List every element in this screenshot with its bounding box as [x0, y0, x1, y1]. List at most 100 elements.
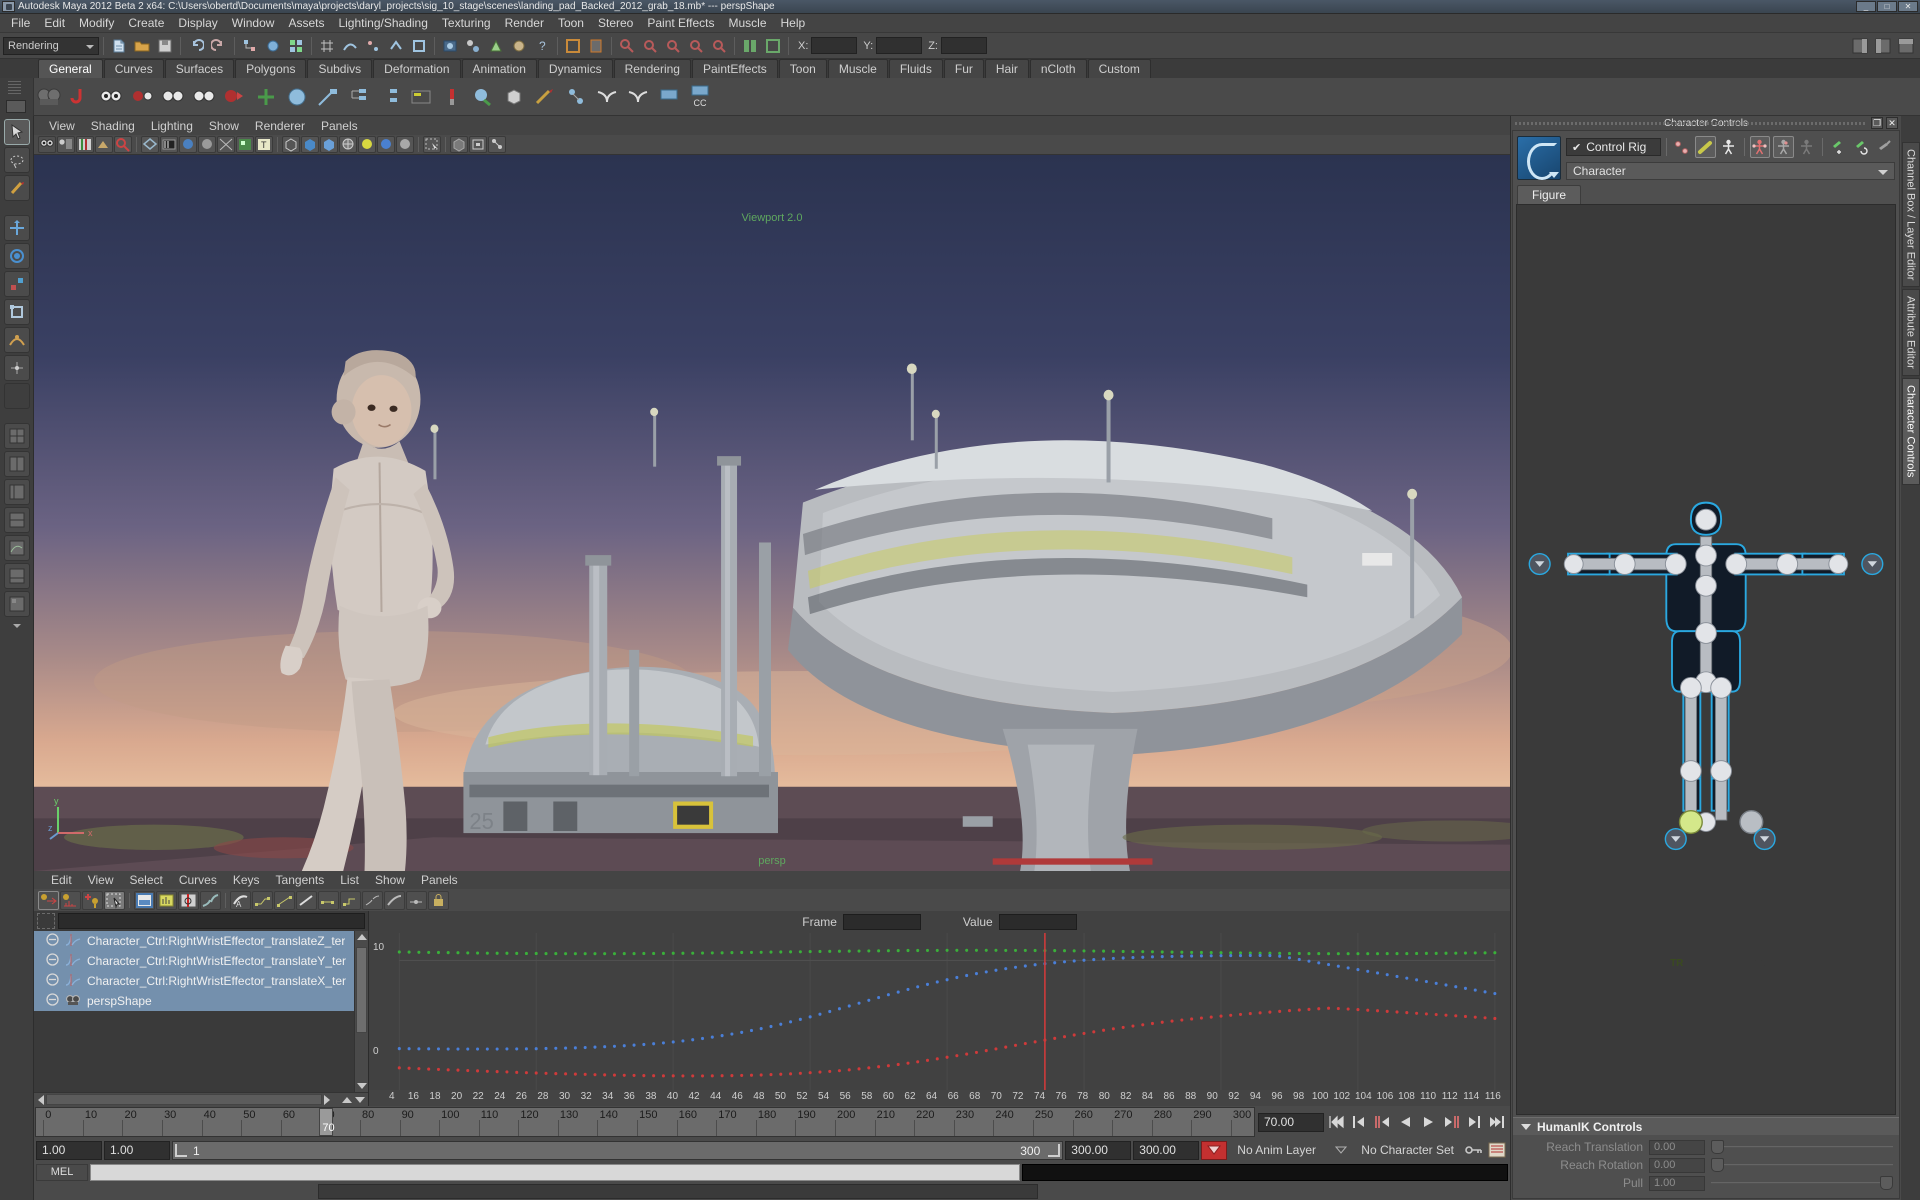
- undo-icon[interactable]: [185, 35, 207, 57]
- graph-menu-edit[interactable]: Edit: [44, 873, 79, 887]
- show-sidebar-channelbox-icon[interactable]: [1849, 35, 1871, 57]
- shelf-tab-deformation[interactable]: Deformation: [373, 59, 461, 78]
- playback-start-time-field[interactable]: 1.00: [104, 1140, 170, 1160]
- menu-create[interactable]: Create: [121, 15, 171, 31]
- smooth-shade-all-icon[interactable]: [160, 136, 178, 153]
- center-current-time-icon[interactable]: [178, 890, 199, 910]
- lasso-tool[interactable]: [3, 147, 30, 173]
- show-sidebar-tool-icon[interactable]: [1895, 35, 1917, 57]
- shelf-constraint-icon[interactable]: [344, 81, 374, 113]
- step-tangent-icon[interactable]: [318, 890, 339, 910]
- exposure-icon[interactable]: [488, 136, 506, 153]
- perspective-viewport[interactable]: 25 Viewport 2.0 persp y x z: [34, 155, 1510, 871]
- visibility-toggle-icon[interactable]: [46, 933, 59, 949]
- break-tangents-icon[interactable]: [362, 890, 383, 910]
- animation-preferences-icon[interactable]: [1486, 1141, 1508, 1160]
- graph-menu-tangents[interactable]: Tangents: [269, 873, 332, 887]
- viewport-menu-panels[interactable]: Panels: [314, 118, 365, 134]
- coord-x-field[interactable]: [811, 37, 858, 54]
- vtab-attribute-editor[interactable]: Attribute Editor: [1901, 289, 1920, 377]
- shelf-goggles-icon[interactable]: [96, 81, 126, 113]
- pin-release-icon[interactable]: [1875, 136, 1895, 158]
- hscroll-up-arrow[interactable]: [342, 1096, 352, 1103]
- selection-key-icon[interactable]: [1797, 136, 1817, 158]
- graph-menu-select[interactable]: Select: [122, 873, 169, 887]
- shelf-tab-animation[interactable]: Animation: [461, 59, 537, 78]
- quick-layout-relationship-editor[interactable]: [3, 591, 30, 617]
- shelf-locator-icon[interactable]: [313, 81, 343, 113]
- shelf-cc-icon[interactable]: CC: [685, 81, 715, 113]
- open-scene-icon[interactable]: [131, 35, 153, 57]
- slider-track-reach-rotation[interactable]: [1711, 1158, 1893, 1172]
- quick-layout-outliner-persp[interactable]: [3, 479, 30, 505]
- use-default-light-icon[interactable]: [358, 136, 376, 153]
- shelf-cube-icon[interactable]: [499, 81, 529, 113]
- slider-track-reach-translation[interactable]: [1711, 1140, 1893, 1154]
- humanik-controls-section-header[interactable]: HumanIK Controls: [1513, 1117, 1899, 1135]
- viewport-menu-renderer[interactable]: Renderer: [248, 118, 312, 134]
- shelf-wings2-icon[interactable]: [623, 81, 653, 113]
- xray-active-icon[interactable]: [685, 35, 707, 57]
- slider-value-pull[interactable]: 1.00: [1649, 1175, 1705, 1191]
- command-input-field[interactable]: [90, 1163, 1020, 1181]
- outliner-row[interactable]: Character_Ctrl:RightWristEffector_transl…: [34, 931, 368, 951]
- universal-manipulator-tool[interactable]: [3, 299, 30, 325]
- shelf-tab-polygons[interactable]: Polygons: [235, 59, 307, 78]
- shelf-tab-subdivs[interactable]: Subdivs: [307, 59, 373, 78]
- time-slider[interactable]: 0 10 20 30 40 50 60 70 80 90 100 110 120 130 140 150 160…: [35, 1107, 1255, 1137]
- wireframe-shading-icon[interactable]: [141, 136, 159, 153]
- free-tangent-weight-icon[interactable]: [406, 890, 427, 910]
- move-tool[interactable]: [3, 215, 30, 241]
- shelf-light-icon[interactable]: [251, 81, 281, 113]
- viewport-menu-view[interactable]: View: [42, 118, 82, 134]
- graph-menu-show[interactable]: Show: [368, 873, 412, 887]
- search-toggle-icon[interactable]: [37, 913, 55, 929]
- menu-muscle[interactable]: Muscle: [722, 15, 774, 31]
- scroll-up-arrow[interactable]: [357, 934, 367, 940]
- go-to-start-button[interactable]: [1326, 1112, 1347, 1133]
- shelf-tab-ncloth[interactable]: nCloth: [1029, 59, 1087, 78]
- two-sided-lighting-icon[interactable]: [377, 136, 395, 153]
- toolbox-scroll-down[interactable]: [3, 619, 30, 633]
- graph-menu-panels[interactable]: Panels: [414, 873, 465, 887]
- viewport-menu-show[interactable]: Show: [202, 118, 246, 134]
- play-forwards-button[interactable]: [1418, 1112, 1439, 1133]
- menu-stereo[interactable]: Stereo: [591, 15, 640, 31]
- hardware-texturing-icon[interactable]: [236, 136, 254, 153]
- full-body-key-icon[interactable]: [1749, 136, 1771, 158]
- xray-joints-icon[interactable]: [662, 35, 684, 57]
- transfer-icon[interactable]: [762, 35, 784, 57]
- shelf-brush-icon[interactable]: [530, 81, 560, 113]
- visibility-toggle-icon[interactable]: [46, 973, 59, 989]
- current-time-field[interactable]: 70.00: [1258, 1112, 1324, 1132]
- show-channel-box-icon[interactable]: [585, 35, 607, 57]
- soft-modification-tool[interactable]: [3, 327, 30, 353]
- shelf-display-layer-icon[interactable]: [406, 81, 436, 113]
- shelf-tab-fur[interactable]: Fur: [943, 59, 984, 78]
- redo-icon[interactable]: [208, 35, 230, 57]
- smooth-shade-selected-icon[interactable]: [179, 136, 197, 153]
- outliner-vertical-scrollbar[interactable]: [354, 931, 368, 1092]
- minimize-button[interactable]: _: [1856, 1, 1876, 12]
- shelf-tab-toon[interactable]: Toon: [778, 59, 827, 78]
- shade-options-icon[interactable]: [217, 136, 235, 153]
- frame-all-icon[interactable]: [134, 890, 155, 910]
- select-camera-icon[interactable]: [38, 136, 56, 153]
- show-sidebar-attribute-icon[interactable]: [1872, 35, 1894, 57]
- script-language-label[interactable]: MEL: [36, 1163, 88, 1181]
- render-settings-icon[interactable]: [439, 35, 461, 57]
- bake-icon[interactable]: [739, 35, 761, 57]
- no-lights-icon[interactable]: [396, 136, 414, 153]
- shelf-stereo-camera-icon[interactable]: [189, 81, 219, 113]
- visibility-toggle-icon[interactable]: [46, 993, 59, 1009]
- shelf-options-grip[interactable]: [0, 78, 34, 116]
- snap-projected-icon[interactable]: [385, 35, 407, 57]
- hscroll-thumb[interactable]: [46, 1094, 322, 1105]
- pin-translate-icon[interactable]: [1828, 136, 1848, 158]
- new-scene-icon[interactable]: [108, 35, 130, 57]
- xray-extra-icon[interactable]: [708, 35, 730, 57]
- bookmarks-icon[interactable]: [76, 136, 94, 153]
- anim-layer-label[interactable]: No Anim Layer: [1229, 1143, 1329, 1157]
- shadows-icon[interactable]: [282, 136, 300, 153]
- lock-tangent-weight-icon[interactable]: [428, 890, 449, 910]
